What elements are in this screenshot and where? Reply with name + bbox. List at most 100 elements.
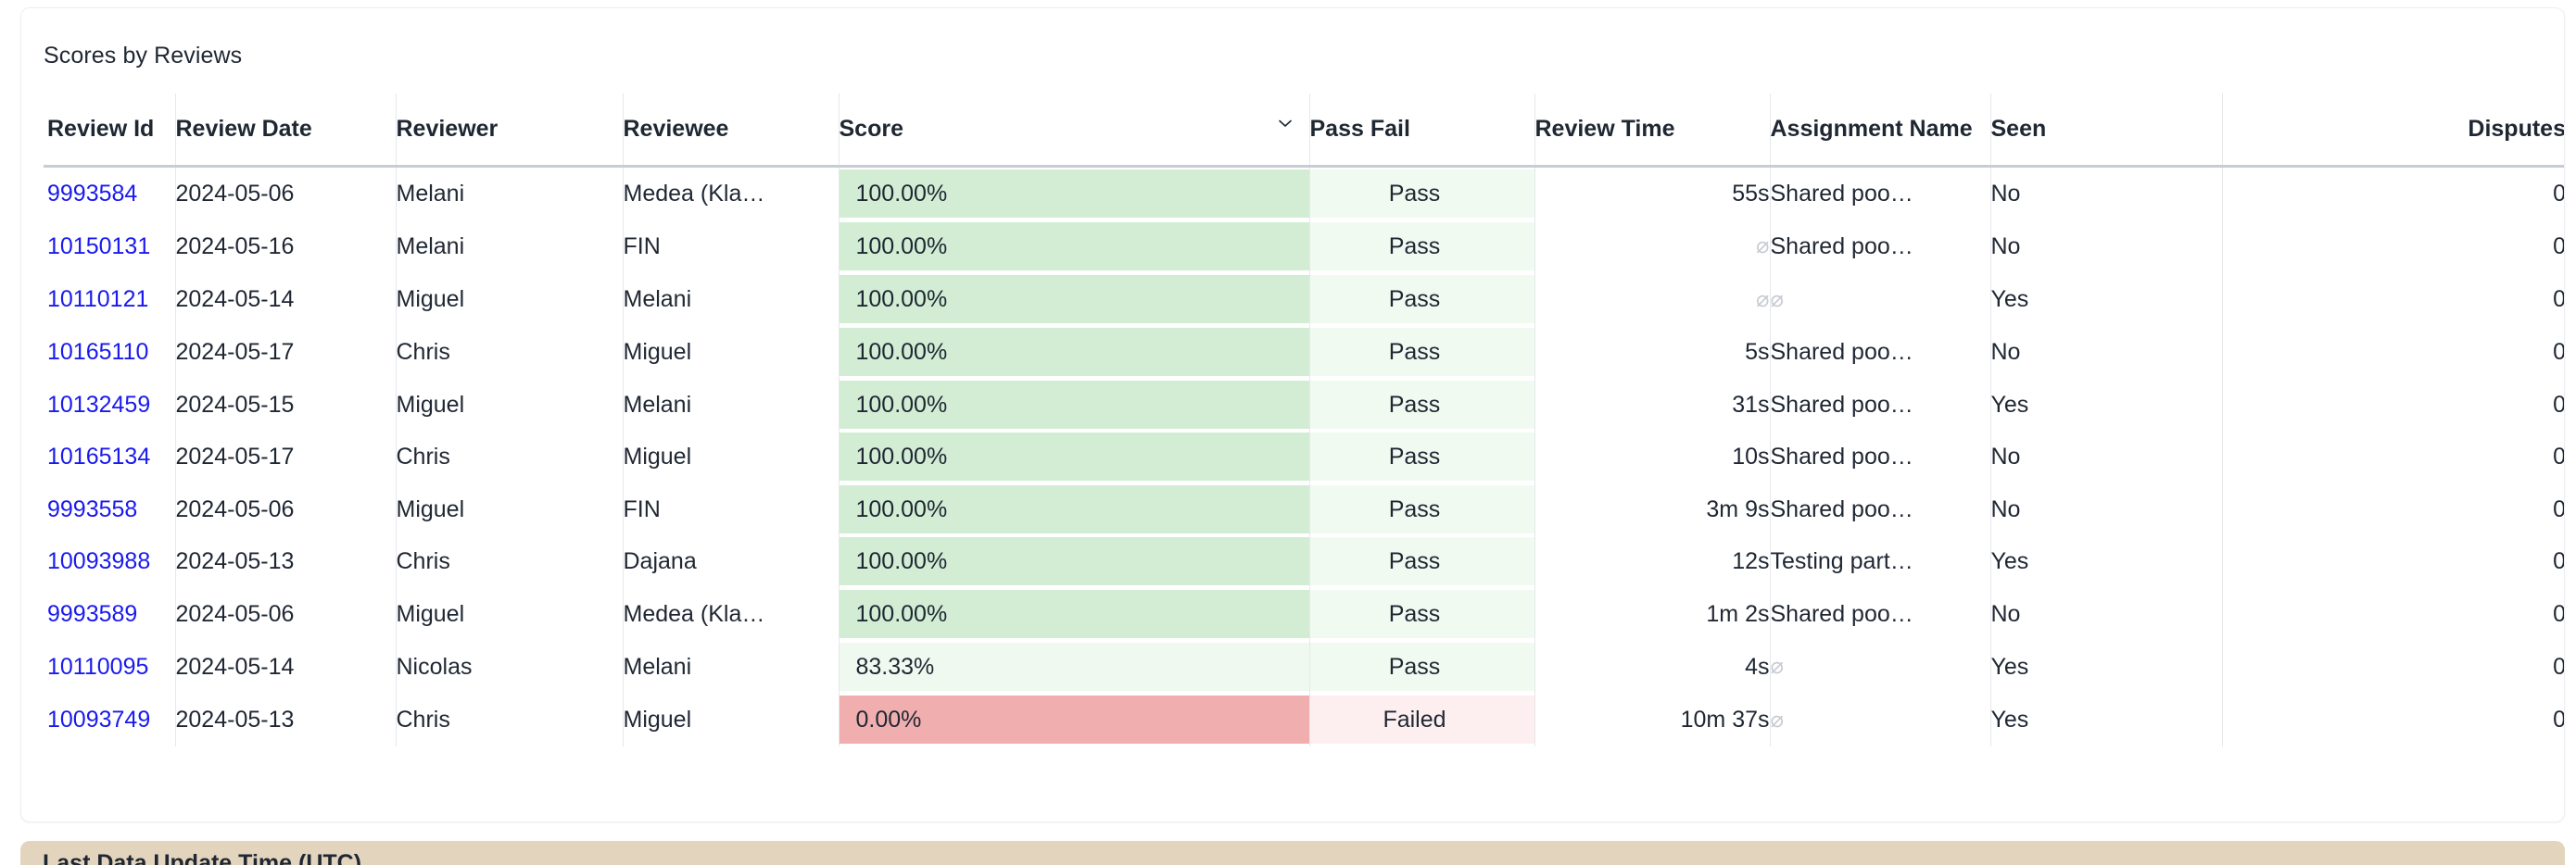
column-header-seen[interactable]: Seen <box>1989 94 2222 168</box>
table-row: 10150131 2024-05-16 Melani FIN 100.00% Pass ⌀ S… <box>44 219 2564 273</box>
header-row: Review Id Review Date Reviewer Reviewee … <box>44 94 2564 168</box>
cell-assignment-name: ⌀ <box>1769 640 1990 694</box>
cell-reviewee: Melani <box>622 378 839 431</box>
cell-assignment-name: ⌀ <box>1769 272 1990 326</box>
column-header-assignment-name[interactable]: Assignment Name <box>1769 94 1990 168</box>
cell-disputes: 0 <box>2221 272 2564 326</box>
cell-review-time: 31s <box>1534 378 1770 431</box>
cell-disputes: 0 <box>2221 166 2564 219</box>
cell-assignment-name: Shared poo… <box>1769 431 1990 483</box>
review-id-link[interactable]: 10165134 <box>47 444 150 470</box>
cell-review-id: 10110121 <box>44 273 175 327</box>
cell-review-id: 10093988 <box>44 535 175 588</box>
cell-review-date: 2024-05-17 <box>174 326 396 379</box>
column-header-disputes[interactable]: Disputes <box>2221 94 2564 168</box>
status-badge: Pass <box>1310 221 1534 270</box>
table-body: 9993584 2024-05-06 Melani Medea (Kla… 100.00… <box>44 166 2564 747</box>
cell-reviewer: Chris <box>395 431 623 483</box>
column-header-review-time[interactable]: Review Time <box>1534 94 1770 168</box>
cell-reviewer: Melani <box>395 166 623 219</box>
cell-review-time: 10m 37s <box>1534 693 1770 746</box>
cell-score: 100.00% <box>838 219 1309 273</box>
cell-review-id: 10093749 <box>44 694 175 747</box>
cell-seen: Yes <box>1989 640 2222 694</box>
cell-reviewer: Melani <box>395 219 623 273</box>
score-value: 100.00% <box>840 484 1309 533</box>
cell-reviewer: Miguel <box>395 272 623 326</box>
cell-review-date: 2024-05-14 <box>174 640 396 694</box>
cell-score: 100.00% <box>838 326 1309 379</box>
last-data-update-title: Last Data Update Time (UTC) <box>43 850 362 865</box>
status-badge: Pass <box>1310 328 1534 377</box>
cell-seen: Yes <box>1989 378 2222 431</box>
table-row: 9993558 2024-05-06 Miguel FIN 100.00% Pass 3m … <box>44 483 2564 535</box>
column-header-score-label: Score <box>839 116 903 143</box>
cell-reviewee: Medea (Kla… <box>622 166 839 219</box>
cell-review-date: 2024-05-06 <box>174 483 396 535</box>
table-row: 10165134 2024-05-17 Chris Miguel 100.00% Pass… <box>44 431 2564 483</box>
cell-review-time: 1m 2s <box>1534 587 1770 640</box>
cell-review-time: 3m 9s <box>1534 483 1770 535</box>
review-id-link[interactable]: 10132459 <box>47 392 150 418</box>
cell-review-date: 2024-05-14 <box>174 272 396 326</box>
review-id-link[interactable]: 10165110 <box>47 339 148 365</box>
scores-table: Review Id Review Date Reviewer Reviewee … <box>44 94 2564 747</box>
status-badge: Pass <box>1310 642 1534 691</box>
column-header-pass-fail[interactable]: Pass Fail <box>1308 94 1534 168</box>
table-row: 9993584 2024-05-06 Melani Medea (Kla… 100.00… <box>44 166 2564 219</box>
review-id-link[interactable]: 10110095 <box>47 654 148 680</box>
review-id-link[interactable]: 10110121 <box>47 286 148 312</box>
cell-reviewee: Medea (Kla… <box>622 587 839 640</box>
screen: Scores by Reviews Review Id Review Date … <box>0 0 2576 865</box>
cell-review-date: 2024-05-16 <box>174 219 396 273</box>
last-data-update-panel: Last Data Update Time (UTC) <box>20 841 2565 865</box>
status-badge: Failed <box>1310 696 1534 745</box>
status-badge: Pass <box>1310 169 1534 218</box>
status-badge: Pass <box>1310 537 1534 586</box>
cell-assignment-name: Shared poo… <box>1769 219 1990 273</box>
cell-score: 100.00% <box>838 166 1309 219</box>
review-id-link[interactable]: 10150131 <box>47 233 150 259</box>
review-id-link[interactable]: 9993589 <box>47 601 137 627</box>
cell-seen: No <box>1989 326 2222 379</box>
column-header-score[interactable]: Score <box>838 94 1309 168</box>
score-value: 100.00% <box>840 432 1309 482</box>
status-badge: Pass <box>1310 432 1534 482</box>
cell-seen: No <box>1989 431 2222 483</box>
scores-table-container: Review Id Review Date Reviewer Reviewee … <box>44 94 2564 747</box>
cell-review-time: 55s <box>1534 166 1770 219</box>
cell-pass-fail: Pass <box>1308 166 1534 219</box>
cell-score: 100.00% <box>838 535 1309 588</box>
score-value: 100.00% <box>840 169 1309 218</box>
cell-review-time: 4s <box>1534 640 1770 694</box>
cell-reviewee: FIN <box>622 483 839 535</box>
cell-seen: No <box>1989 219 2222 273</box>
score-value: 100.00% <box>840 589 1309 638</box>
cell-pass-fail: Pass <box>1308 378 1534 431</box>
review-id-link[interactable]: 10093988 <box>47 548 150 574</box>
table-row: 10110121 2024-05-14 Miguel Melani 100.00% Pas… <box>44 272 2564 327</box>
cell-pass-fail: Failed <box>1308 693 1534 746</box>
column-header-reviewee[interactable]: Reviewee <box>622 94 839 168</box>
cell-review-id: 10132459 <box>44 379 175 432</box>
cell-review-id: 10165134 <box>44 431 175 483</box>
cell-seen: No <box>1989 587 2222 640</box>
review-id-link[interactable]: 9993584 <box>47 181 137 207</box>
cell-reviewee: FIN <box>622 219 839 273</box>
review-id-link[interactable]: 9993558 <box>47 496 137 522</box>
cell-pass-fail: Pass <box>1308 219 1534 273</box>
column-header-review-id[interactable]: Review Id <box>44 94 175 168</box>
cell-reviewee: Miguel <box>622 431 839 483</box>
cell-score: 100.00% <box>838 587 1309 640</box>
review-id-link[interactable]: 10093749 <box>47 707 150 733</box>
status-badge: Pass <box>1310 380 1534 429</box>
cell-pass-fail: Pass <box>1308 640 1534 694</box>
status-badge: Pass <box>1310 589 1534 638</box>
column-header-review-date[interactable]: Review Date <box>174 94 396 168</box>
cell-seen: No <box>1989 166 2222 219</box>
cell-pass-fail: Pass <box>1308 326 1534 379</box>
column-header-reviewer[interactable]: Reviewer <box>395 94 623 168</box>
cell-review-date: 2024-05-17 <box>174 431 396 483</box>
cell-reviewee: Dajana <box>622 535 839 588</box>
chevron-down-icon[interactable] <box>1276 114 1294 132</box>
